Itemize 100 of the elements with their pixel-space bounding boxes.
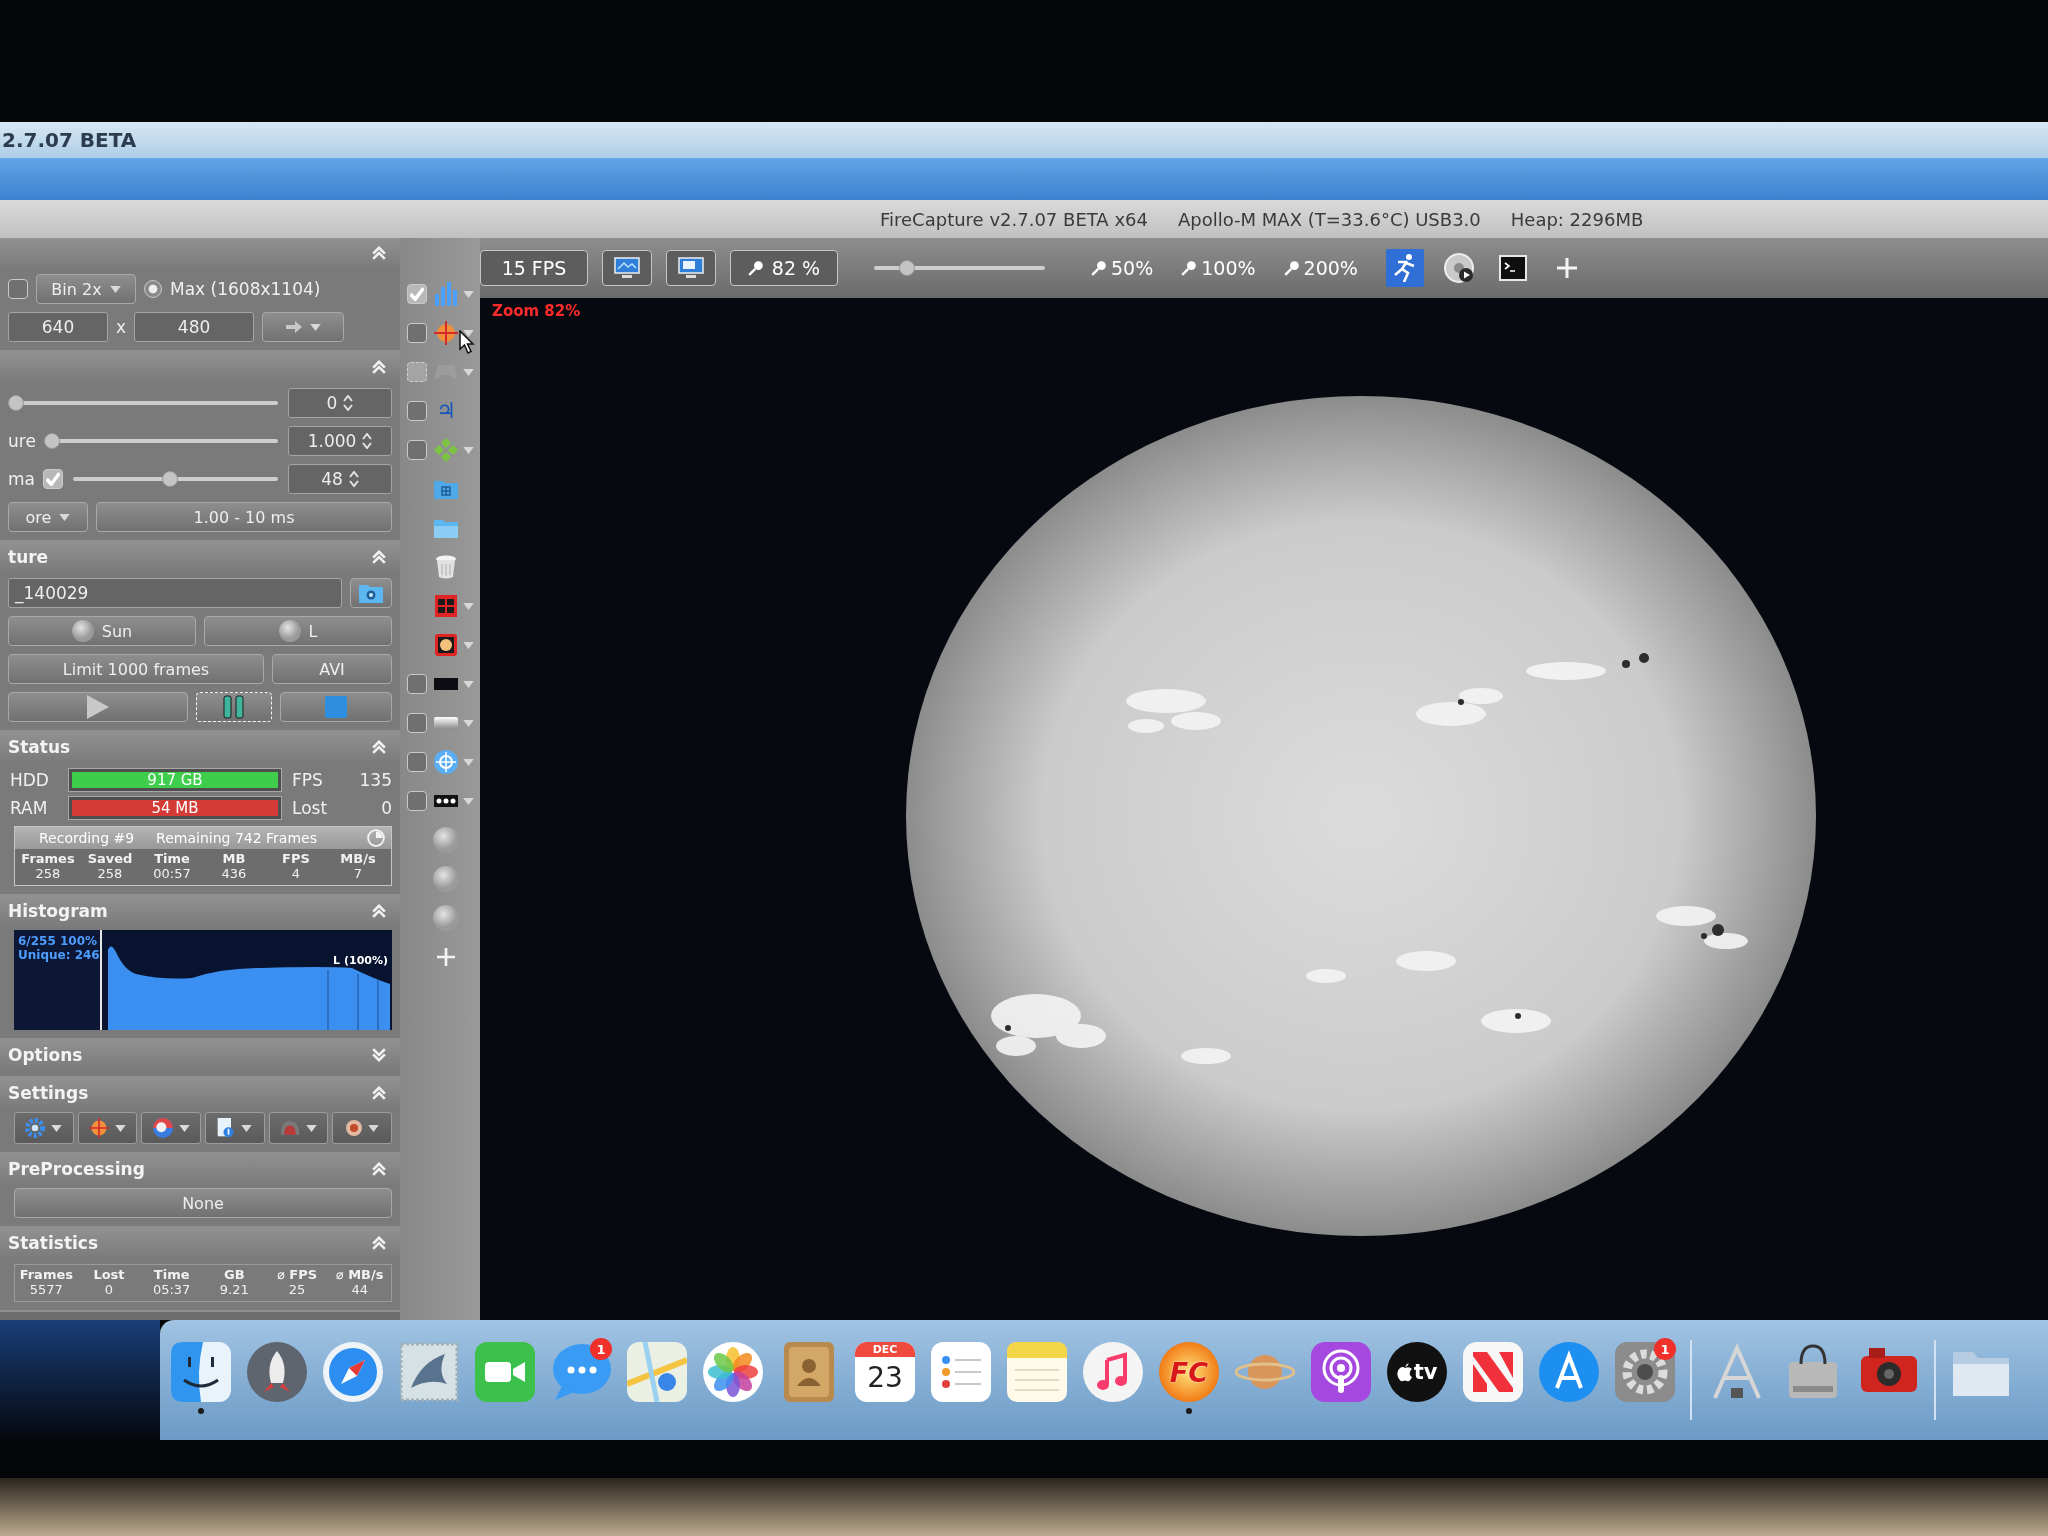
calendar-day: 23 (867, 1357, 903, 1399)
preprocessing-button[interactable]: None (14, 1188, 392, 1218)
collapse-icon[interactable] (372, 360, 386, 374)
caret-icon (463, 758, 474, 766)
collapse-icon[interactable] (372, 740, 386, 754)
checkbox[interactable] (407, 323, 427, 343)
play-icon (87, 695, 109, 719)
slider-thumb[interactable] (8, 395, 24, 411)
checkbox[interactable] (407, 674, 427, 694)
screen-button[interactable] (602, 250, 652, 286)
checkbox[interactable] (407, 752, 427, 772)
screen-button[interactable] (666, 250, 716, 286)
checkbox[interactable] (407, 791, 427, 811)
section-header[interactable]: Histogram (0, 896, 400, 926)
dock-item[interactable]: 1 (1614, 1338, 1676, 1422)
zoom-button[interactable]: 82 % (730, 250, 838, 286)
bar-chart-icon (434, 282, 458, 306)
a-sign-icon (1539, 1342, 1599, 1402)
slider-thumb[interactable] (899, 260, 915, 276)
section-header[interactable]: Statistics (0, 1228, 400, 1258)
input-field[interactable]: 480 (134, 312, 255, 342)
slider[interactable] (71, 471, 280, 487)
section-title: Status (8, 737, 71, 757)
dock-item[interactable]: 1 (550, 1338, 612, 1422)
dropdown[interactable]: ore (8, 502, 88, 532)
dock-item[interactable]: tv (1386, 1338, 1448, 1422)
checkbox[interactable] (407, 713, 427, 733)
section-header[interactable]: PreProcessing (0, 1154, 400, 1184)
collapse-icon[interactable] (372, 904, 386, 918)
stat-value: 25 (288, 1282, 306, 1297)
target-ball-icon (434, 321, 458, 345)
disc-icon (71, 620, 94, 642)
logo-text: FC (1169, 1356, 1209, 1388)
checklist-icon (931, 1342, 991, 1402)
dropdown[interactable] (262, 312, 345, 342)
number-field[interactable]: 48 (288, 464, 392, 494)
folder-button[interactable] (350, 578, 392, 608)
collapse-icon[interactable] (372, 1086, 386, 1100)
notepad-icon (1007, 1342, 1067, 1402)
radio-button[interactable] (144, 280, 162, 298)
section-header[interactable]: ture (0, 542, 400, 572)
settings-menu-button[interactable] (141, 1112, 201, 1144)
caret-icon (463, 290, 474, 298)
dropdown[interactable]: Bin 2x (36, 274, 136, 304)
limit-button[interactable]: Limit 1000 frames (8, 654, 264, 684)
section-header[interactable]: Status (0, 732, 400, 762)
collapse-icon[interactable] (372, 246, 386, 260)
slider[interactable] (8, 395, 280, 411)
section-header[interactable]: Options (0, 1040, 400, 1070)
pause-button[interactable] (196, 692, 272, 722)
terminal-icon (1498, 255, 1527, 281)
stop-button[interactable] (280, 692, 392, 722)
stat-label: Lost (93, 1267, 125, 1282)
slider[interactable] (43, 433, 280, 449)
settings-menu-button[interactable] (77, 1112, 138, 1144)
number-field[interactable]: 0 (288, 388, 392, 418)
checkbox[interactable] (407, 401, 427, 421)
radio-label: Max (1608x1104) (170, 279, 321, 299)
section-header[interactable]: Settings (0, 1078, 400, 1108)
stat-value: 44 (351, 1282, 368, 1297)
speech-bubble-icon (551, 1342, 611, 1402)
settings-menu-button[interactable] (14, 1112, 74, 1144)
section-title: Settings (8, 1083, 89, 1103)
tool-button[interactable]: ♃ (433, 396, 477, 426)
settings-menu-button[interactable] (205, 1112, 265, 1144)
number-field[interactable]: 1.000 (288, 426, 392, 456)
format-button[interactable]: AVI (272, 654, 392, 684)
slider-thumb[interactable] (161, 471, 178, 487)
checkbox[interactable] (407, 440, 427, 460)
filename-field[interactable]: _140029 (8, 578, 342, 608)
zoom-preset-button[interactable]: 200% (1283, 257, 1358, 279)
expand-icon[interactable] (372, 1048, 386, 1062)
settings-menu-button[interactable] (268, 1112, 329, 1144)
slider[interactable] (872, 260, 1047, 276)
input-field[interactable]: 640 (8, 312, 108, 342)
collapse-icon[interactable] (372, 1236, 386, 1250)
collapse-icon[interactable] (372, 550, 386, 564)
section-title: Histogram (8, 901, 108, 921)
profile-button[interactable]: L (204, 616, 392, 646)
fps-button[interactable]: 15 FPS (480, 250, 588, 286)
pie-icon (367, 829, 385, 847)
profile-button[interactable]: Sun (8, 616, 196, 646)
video-camera-icon (475, 1342, 535, 1402)
collapse-icon[interactable] (372, 1162, 386, 1176)
dock-item[interactable]: FC (1158, 1338, 1220, 1422)
slider-thumb[interactable] (43, 433, 60, 449)
counter-value: 0 (381, 798, 392, 818)
checkbox[interactable] (8, 279, 28, 299)
checkbox[interactable] (407, 284, 427, 304)
remaining-text: Remaining 742 Frames (156, 830, 317, 846)
play-button[interactable] (8, 692, 188, 722)
caret-icon (463, 329, 474, 337)
zoom-preset-button[interactable]: 100% (1181, 257, 1256, 279)
zoom-preset-button[interactable]: 50% (1091, 257, 1154, 279)
range-button[interactable]: 1.00 - 10 ms (96, 502, 392, 532)
checkbox[interactable] (43, 469, 63, 489)
dock-item[interactable]: DEC 23 (854, 1338, 916, 1422)
settings-menu-button[interactable] (332, 1112, 393, 1144)
histogram-info-text: 6/255 100% (18, 934, 99, 948)
section-title: PreProcessing (8, 1159, 145, 1179)
